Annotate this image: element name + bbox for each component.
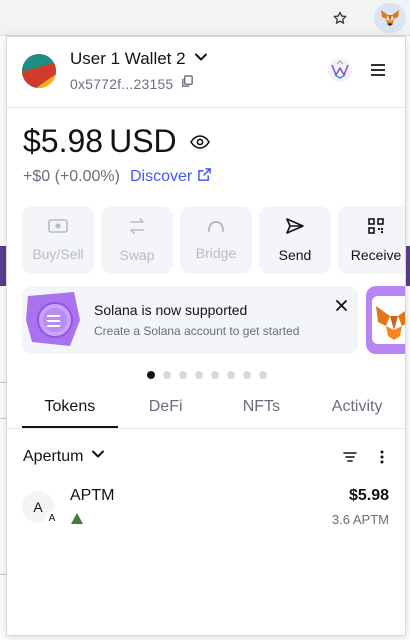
carousel-dot[interactable] [227,371,235,379]
token-name: APTM [70,487,115,504]
account-picker[interactable]: User 1 Wallet 2 [70,49,208,69]
token-list-item[interactable]: A A APTM $5.98 3.6 APTM [7,481,405,535]
metamask-fox-icon[interactable] [374,3,406,33]
bridge-arc-icon [207,219,225,237]
sort-filter-icon[interactable] [341,448,359,466]
send-arrow-icon [286,217,304,239]
token-filter-row: Apertum [7,443,405,471]
account-header: User 1 Wallet 2 0x5772f...23155 [7,37,405,107]
browser-toolbar [0,0,410,36]
account-avatar[interactable] [22,54,56,88]
more-vertical-icon[interactable] [373,448,391,466]
copy-icon[interactable] [181,75,194,93]
cash-icon [48,218,68,238]
chevron-down-icon [91,447,105,466]
discover-link[interactable]: Discover [129,168,212,186]
wallet-popup: User 1 Wallet 2 0x5772f...23155 $5.98 US… [6,36,406,636]
tab-bar: Tokens DeFi NFTs Activity [7,393,405,429]
carousel-dot[interactable] [259,371,267,379]
balance-currency: USD [109,123,177,159]
solana-coin-icon [24,290,82,348]
close-icon[interactable] [333,297,349,313]
balance-amount: $5.98 [23,123,104,159]
tab-tokens[interactable]: Tokens [22,393,118,428]
triangle-up-icon [71,511,83,524]
send-button[interactable]: Send [259,206,331,274]
balance-change-row: +$0 (+0.00%) Discover [23,168,212,186]
tab-defi[interactable]: DeFi [118,393,214,428]
swap-button[interactable]: Swap [101,206,173,274]
carousel-dot[interactable] [243,371,251,379]
send-label: Send [278,246,312,263]
chevron-down-icon [194,50,208,69]
account-address: 0x5772f...23155 [70,76,174,92]
bookmark-star-icon[interactable] [326,5,354,31]
qr-code-icon [368,217,384,239]
bridge-label: Bridge [195,245,237,261]
eye-icon[interactable] [189,131,211,153]
swap-label: Swap [119,246,155,263]
receive-label: Receive [350,246,402,263]
network-badge: A [45,511,59,525]
token-quantity: 3.6 APTM [331,512,389,527]
account-name: User 1 Wallet 2 [70,49,186,68]
carousel-dot[interactable] [211,371,219,379]
buy-sell-label: Buy/Sell [32,245,84,262]
solana-promo-banner[interactable]: Solana is now supported Create a Solana … [22,286,358,354]
network-filter-dropdown[interactable]: Apertum [23,447,105,466]
hamburger-menu-icon[interactable] [367,59,389,81]
account-address-row: 0x5772f...23155 [70,75,194,93]
banner-description: Create a Solana account to get started [94,324,300,338]
action-buttons: Buy/Sell Swap Bridge Send Receive [22,206,405,274]
tab-activity[interactable]: Activity [309,393,405,428]
carousel-dots [147,371,267,379]
tab-nfts[interactable]: NFTs [214,393,310,428]
token-fiat-value: $5.98 [348,487,389,504]
discover-label: Discover [129,168,193,185]
external-link-icon [198,168,212,186]
network-filter-label: Apertum [23,447,84,465]
carousel-dot[interactable] [195,371,203,379]
bridge-button[interactable]: Bridge [180,206,252,274]
carousel-dot[interactable] [163,371,171,379]
network-avatar-icon[interactable] [327,57,353,83]
carousel-dot[interactable] [179,371,187,379]
balance: $5.98 USD [23,123,211,160]
carousel-dot[interactable] [147,371,155,379]
next-banner-card[interactable] [366,286,405,354]
swap-arrows-icon [128,217,146,239]
header-divider [7,107,405,108]
receive-button[interactable]: Receive [338,206,405,274]
buy-sell-button[interactable]: Buy/Sell [22,206,94,274]
banner-title: Solana is now supported [94,302,248,318]
balance-change: +$0 (+0.00%) [23,168,120,185]
